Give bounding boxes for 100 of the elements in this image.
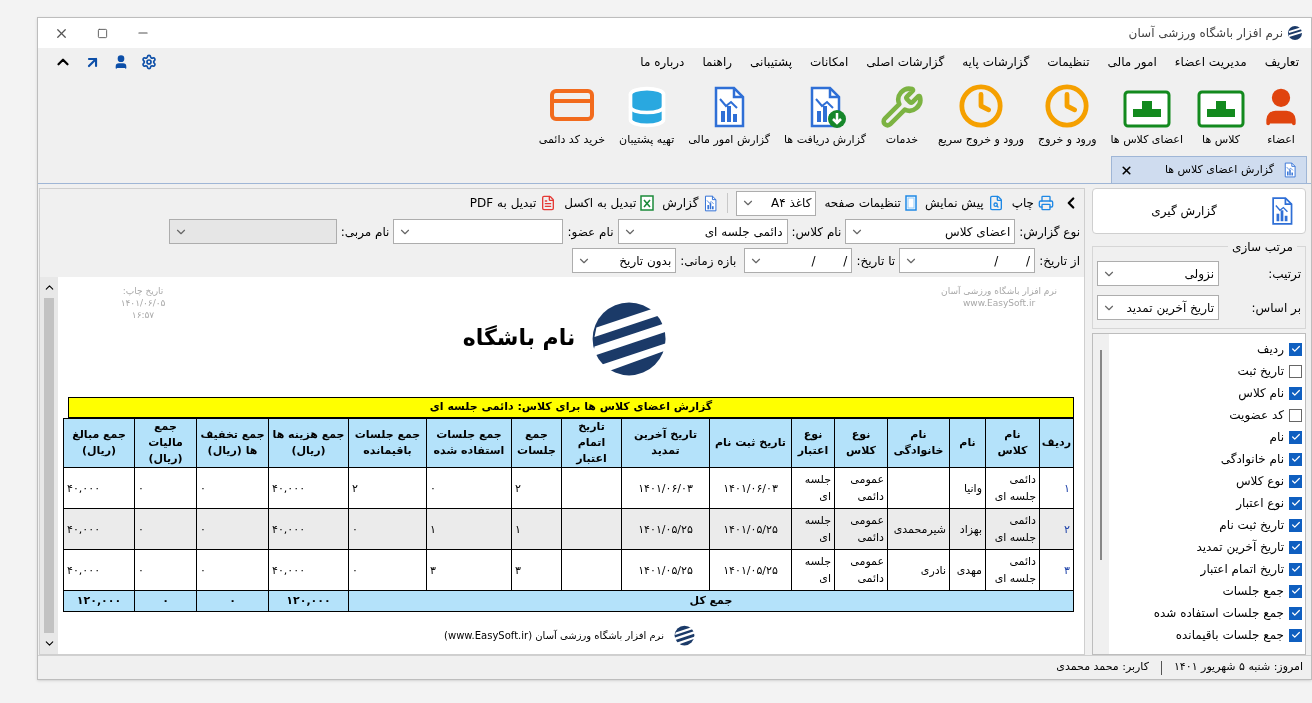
checklist-item[interactable]: جمع جلسات [1109, 580, 1302, 602]
filter-label: نام مربی: [340, 223, 390, 241]
close-icon[interactable] [1119, 163, 1133, 177]
menu-item[interactable]: گزارشات پایه [962, 53, 1030, 71]
table-cell: ۲ [348, 467, 427, 509]
menu-item[interactable]: راهنما [702, 53, 733, 71]
checkbox[interactable] [1289, 540, 1302, 554]
column-header: جمع مالیات (ریال) [134, 418, 197, 468]
total-cell: ۰ [134, 590, 197, 612]
menu-item[interactable]: گزارشات اصلی [866, 53, 945, 71]
toolbar-button[interactable]: ورود و خروج سریع [937, 82, 1025, 148]
filter-dropdown[interactable]: اعضای کلاس [845, 219, 1016, 244]
toolbar-button[interactable]: ورود و خروج [1038, 82, 1097, 148]
scrollbar[interactable] [40, 277, 58, 654]
checkbox[interactable] [1289, 606, 1302, 620]
to-date-field[interactable]: / / [744, 248, 853, 273]
preview-icon [987, 195, 1004, 211]
toolbar-button[interactable]: اعضای کلاس ها [1110, 88, 1183, 148]
toolbar-button[interactable]: خرید کد دائمی [538, 80, 606, 148]
report-toolbar-button[interactable]: چاپ [1011, 194, 1054, 212]
checklist-item[interactable]: نام [1109, 426, 1302, 448]
checkbox[interactable] [1289, 584, 1302, 598]
print-icon [1038, 195, 1054, 211]
checkbox[interactable] [1289, 430, 1302, 444]
report-footer-text: نرم افزار باشگاه ورزشی آسان (www.EasySoft.ir) [444, 628, 664, 643]
report-toolbar-button[interactable]: تنظیمات صفحه [824, 194, 917, 212]
toolbar-button[interactable]: خدمات [879, 84, 924, 148]
table-cell: ۰ [196, 508, 269, 550]
report-toolbar-button[interactable]: پیش نمایش [924, 194, 1004, 212]
checkbox[interactable] [1289, 342, 1302, 356]
table-cell: نادری [887, 549, 950, 591]
checkbox[interactable] [1289, 474, 1302, 488]
menu-item[interactable]: مدیریت اعضاء [1174, 53, 1247, 71]
generate-report-button[interactable]: گزارش گیری [1092, 188, 1306, 234]
checklist-item[interactable]: تاریخ ثبت نام [1109, 514, 1302, 536]
column-header: جمع جلسات [511, 418, 562, 468]
menu-item[interactable]: تنظیمات [1047, 53, 1090, 71]
sort-order-dropdown[interactable]: نزولی [1097, 261, 1219, 286]
from-date-field[interactable]: / / [899, 248, 1036, 273]
settings-icon[interactable] [141, 54, 157, 70]
checklist-item[interactable]: نام خانوادگی [1109, 448, 1302, 470]
checklist-item[interactable]: کد عضویت [1109, 404, 1302, 426]
toolbar-button[interactable]: کلاس ها [1197, 88, 1245, 148]
report-header-text: www.EasySoft.ir [962, 297, 1036, 309]
checklist-item[interactable]: نوع کلاس [1109, 470, 1302, 492]
checkbox[interactable] [1289, 364, 1302, 378]
checkbox[interactable] [1289, 386, 1302, 400]
toolbar-button[interactable]: اعضاء [1259, 84, 1303, 148]
table-cell: ۱ [1039, 467, 1074, 509]
report-toolbar-button[interactable]: تبدیل به PDF [469, 194, 557, 212]
filter-label: بازه زمانی: [680, 252, 737, 270]
sort-by-dropdown[interactable]: تاریخ آخرین تمدید [1097, 295, 1219, 320]
paper-size-dropdown[interactable]: کاغذ A۴ [736, 190, 817, 216]
menu-item[interactable]: پشتیبانی [750, 53, 792, 71]
table-cell: جلسه ای [791, 467, 835, 509]
column-header: جمع مبالغ (ریال) [63, 418, 135, 468]
period-dropdown[interactable]: بدون تاریخ [572, 248, 677, 273]
checklist-item[interactable]: ردیف [1109, 338, 1302, 360]
report-toolbar-button[interactable]: تبدیل به اکسل [564, 194, 655, 212]
checklist-item[interactable]: جمع جلسات باقیمانده [1109, 624, 1302, 646]
checklist-item[interactable]: تاریخ ثبت [1109, 360, 1302, 382]
column-header: جمع تخفیف ها (ریال) [196, 418, 269, 468]
menu-item[interactable]: تعاریف [1264, 53, 1299, 71]
table-cell: عمومی دائمی [834, 549, 888, 591]
menu-item[interactable]: امور مالی [1107, 53, 1157, 71]
toolbar-button[interactable]: گزارش امور مالی [688, 84, 770, 148]
column-header: جمع جلسات باقیمانده [348, 418, 427, 468]
scrollbar[interactable] [1093, 334, 1109, 654]
table-cell: ۱۴۰۱/۰۵/۲۵ [709, 549, 792, 591]
toolbar-button[interactable]: تهیه پشتیبان [619, 84, 675, 148]
status-text: کاربر: محمد محمدی [1056, 659, 1149, 676]
table-cell: جلسه ای [791, 508, 835, 550]
print-date-text: ۱۶:۵۷ [131, 309, 155, 321]
checklist-item[interactable]: تاریخ اتمام اعتبار [1109, 558, 1302, 580]
checklist-item[interactable]: تاریخ آخرین تمدید [1109, 536, 1302, 558]
checklist-item[interactable]: نوع اعتبار [1109, 492, 1302, 514]
table-cell: ۰ [134, 467, 197, 509]
checkbox[interactable] [1289, 408, 1302, 422]
column-header: نوع اعتبار [791, 418, 835, 468]
checkbox[interactable] [1289, 562, 1302, 576]
toolbar-button[interactable]: گزارش دریافت ها [784, 84, 866, 148]
checkbox[interactable] [1289, 518, 1302, 532]
checklist-item[interactable]: نام کلاس [1109, 382, 1302, 404]
menu-item[interactable]: امکانات [810, 53, 849, 71]
table-cell: مهدی [949, 549, 986, 591]
total-cell: ۰ [196, 590, 269, 612]
filter-dropdown[interactable]: دائمی جلسه ای [617, 219, 788, 244]
wrench-icon [879, 84, 924, 129]
column-header: جمع جلسات استفاده شده [426, 418, 512, 468]
checkbox[interactable] [1289, 452, 1302, 466]
maximize-icon[interactable] [97, 27, 108, 39]
document-tab[interactable]: گزارش اعضای کلاس ها [1110, 156, 1307, 183]
table-cell: ۰ [426, 467, 512, 509]
checklist-item[interactable]: جمع جلسات استفاده شده [1109, 602, 1302, 624]
box-icon [1122, 88, 1171, 129]
user-icon[interactable] [113, 54, 129, 70]
checkbox[interactable] [1289, 628, 1302, 642]
checkbox[interactable] [1289, 496, 1302, 510]
menu-item[interactable]: درباره ما [640, 53, 685, 71]
report-toolbar-button[interactable]: گزارش [662, 194, 720, 212]
